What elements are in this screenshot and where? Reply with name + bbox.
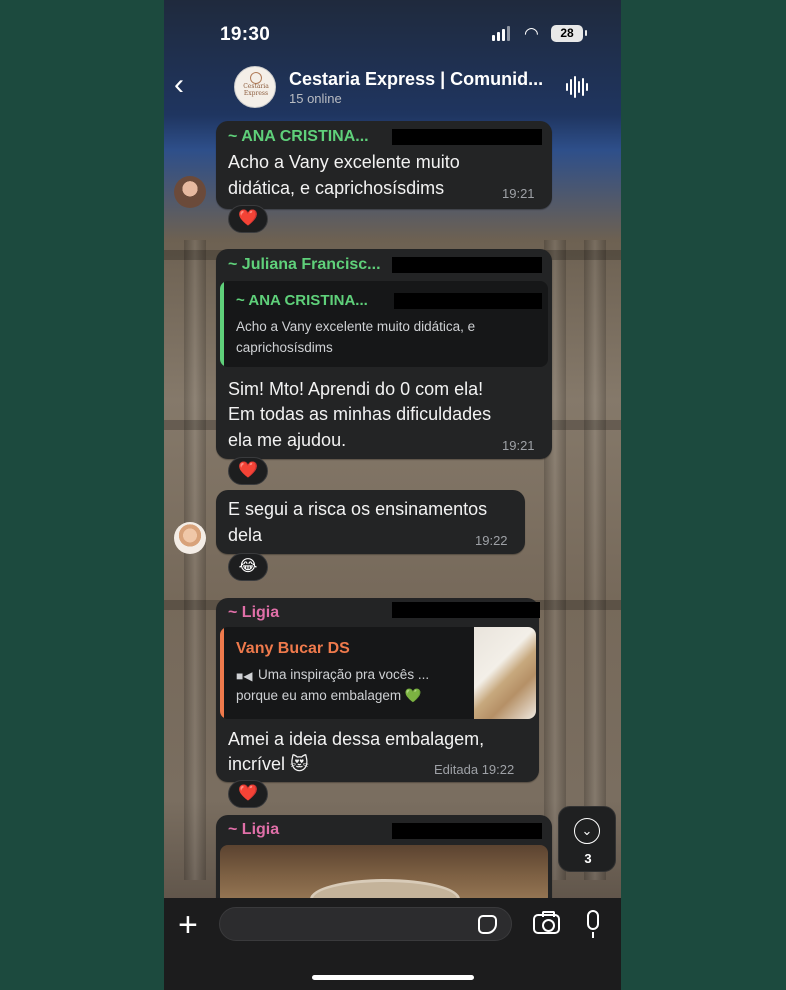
message-time: 19:22 <box>475 533 508 548</box>
message-time: 19:21 <box>502 186 535 201</box>
message-text: dela <box>228 525 263 545</box>
camera-icon[interactable] <box>533 911 560 934</box>
reaction-badge[interactable]: 😂 <box>228 553 268 581</box>
laughing-emoji-icon: 😂 <box>238 558 258 575</box>
sender-avatar[interactable] <box>174 522 206 554</box>
reaction-badge[interactable]: ❤️ <box>228 205 268 233</box>
message-text: Acho a Vany excelente muito <box>228 152 460 172</box>
group-avatar[interactable]: Cestaria Express <box>234 66 276 108</box>
unread-count: 3 <box>584 851 592 866</box>
message-input[interactable] <box>219 907 512 941</box>
background-column <box>184 240 206 880</box>
message-text: ela me ajudou. <box>228 430 347 450</box>
chat-subtitle: 15 online <box>289 91 342 106</box>
status-bar: 19:30 ◠ 28 <box>164 0 621 64</box>
quote-thumbnail[interactable] <box>474 627 536 719</box>
message-sender[interactable]: ~ ANA CRISTINA... <box>228 128 369 146</box>
message-bubble[interactable]: ~ ANA CRISTINA... Acho a Vany excelente … <box>216 121 552 209</box>
sender-avatar[interactable] <box>174 176 206 208</box>
phone-screen: 19:30 ◠ 28 ‹ Cestaria Express Cestaria E… <box>164 0 621 990</box>
battery-icon: 28 <box>551 25 587 42</box>
message-time: 19:21 <box>502 438 535 453</box>
message-sender[interactable]: ~ Ligia <box>228 821 279 839</box>
redacted-block <box>392 129 542 145</box>
scroll-down-button[interactable]: ⌄ 3 <box>558 806 616 872</box>
message-text: Em todas as minhas dificuldades <box>228 404 492 424</box>
reaction-badge[interactable]: ❤️ <box>228 457 268 485</box>
redacted-block <box>394 293 542 309</box>
redacted-block <box>392 823 542 839</box>
cellular-signal-icon <box>492 26 510 41</box>
home-indicator <box>312 975 474 980</box>
quote-text: Acho a Vany excelente muito didática, e <box>236 319 476 334</box>
quote-text: caprichosísdims <box>236 340 333 355</box>
message-text: Sim! Mto! Aprendi do 0 com ela! <box>228 379 484 399</box>
quoted-message[interactable]: Vany Bucar DS ■◀ Uma inspiração pra você… <box>220 627 536 719</box>
video-icon: ■◀ <box>236 669 253 683</box>
chevron-left-icon[interactable]: ‹ <box>174 68 184 102</box>
message-bubble[interactable]: ~ Juliana Francisc... ~ ANA CRISTINA... … <box>216 249 552 459</box>
status-time: 19:30 <box>220 24 271 45</box>
chevron-down-icon: ⌄ <box>574 818 600 844</box>
quote-text: porque eu amo embalagem 💚 <box>236 688 422 703</box>
message-sender[interactable]: ~ Juliana Francisc... <box>228 256 381 274</box>
quote-bar <box>220 281 224 367</box>
redacted-block <box>392 602 540 618</box>
heart-icon: ❤️ <box>238 785 258 802</box>
message-time: Editada 19:22 <box>434 762 515 777</box>
quoted-message[interactable]: ~ ANA CRISTINA... Acho a Vany excelente … <box>220 281 548 367</box>
heart-icon: ❤️ <box>238 210 258 227</box>
microphone-icon[interactable] <box>587 910 599 938</box>
message-bubble[interactable]: ~ Ligia Vany Bucar DS ■◀ Uma inspiração … <box>216 598 540 782</box>
quote-sender: ~ ANA CRISTINA... <box>236 292 368 309</box>
chat-header: ‹ Cestaria Express Cestaria Express | Co… <box>164 56 621 116</box>
reaction-badge[interactable]: ❤️ <box>228 780 268 808</box>
message-text: incrível 😻 <box>228 754 309 774</box>
quote-sender: Vany Bucar DS <box>236 640 350 657</box>
plus-icon[interactable]: + <box>178 908 198 942</box>
message-text: E segui a risca os ensinamentos <box>228 499 488 519</box>
chat-title[interactable]: Cestaria Express | Comunid... <box>289 69 543 90</box>
message-bubble[interactable]: E segui a risca os ensinamentos dela 19:… <box>216 490 525 554</box>
quote-bar <box>220 627 224 719</box>
redacted-block <box>392 257 542 273</box>
background-column <box>584 240 606 880</box>
message-text: Amei a ideia dessa embalagem, <box>228 729 485 749</box>
message-sender[interactable]: ~ Ligia <box>228 604 279 622</box>
message-text: didática, e caprichosísdims <box>228 178 445 198</box>
quote-text: Uma inspiração pra vocês ... <box>258 667 430 682</box>
avatar-logo-text: Cestaria Express <box>243 83 269 97</box>
image-attachment[interactable] <box>220 845 548 919</box>
heart-icon: ❤️ <box>238 462 258 479</box>
waveform-icon[interactable] <box>566 76 588 98</box>
wifi-icon: ◠ <box>524 24 539 43</box>
